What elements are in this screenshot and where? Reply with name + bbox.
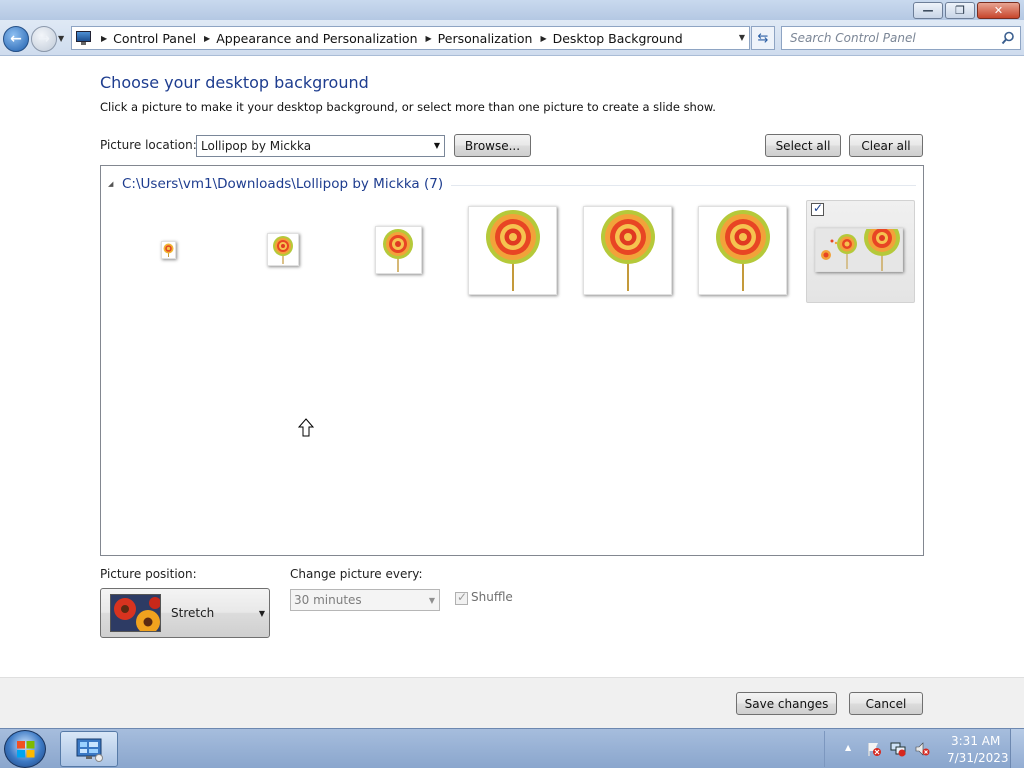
search-box[interactable]: Search Control Panel <box>781 26 1021 50</box>
taskbar-control-panel-button[interactable] <box>60 731 118 767</box>
lollipop-image <box>601 210 655 291</box>
restore-button[interactable]: ❐ <box>945 2 975 19</box>
breadcrumb-separator-icon[interactable]: ▶ <box>101 34 107 43</box>
navigation-bar: ← → ▼ ▶ Control Panel ▶ Appearance and P… <box>0 20 1024 56</box>
volume-muted-icon[interactable] <box>914 741 930 757</box>
picture-thumbnail[interactable] <box>267 233 299 266</box>
picture-select-checkbox[interactable]: ✓ <box>811 201 824 216</box>
selected-picture-highlight[interactable]: ✓ <box>806 200 915 303</box>
lollipop-image <box>383 229 413 272</box>
chevron-down-icon: ▼ <box>433 141 440 150</box>
folder-group-header[interactable]: C:\Users\vm1\Downloads\Lollipop by Mickk… <box>122 176 443 192</box>
action-center-flag-icon[interactable] <box>866 741 882 757</box>
picture-location-select[interactable]: Lollipop by Mickka ▼ <box>196 135 445 157</box>
select-all-button[interactable]: Select all <box>765 134 841 157</box>
breadcrumb-appearance[interactable]: Appearance and Personalization <box>216 31 417 46</box>
taskbar: ▲ 3:31 AM 7/31/2023 <box>0 728 1024 768</box>
picture-position-value: Stretch <box>171 606 215 620</box>
forward-button[interactable]: → <box>31 26 57 52</box>
checkmark-icon: ✓ <box>813 201 824 215</box>
refresh-icon: ⇆ <box>757 30 769 46</box>
breadcrumb-personalization[interactable]: Personalization <box>438 31 533 46</box>
restore-icon: ❐ <box>955 4 965 17</box>
clock-time[interactable]: 3:31 AM <box>951 734 1000 748</box>
clear-all-button[interactable]: Clear all <box>849 134 923 157</box>
picture-gallery[interactable]: ◢ C:\Users\vm1\Downloads\Lollipop by Mic… <box>100 165 924 556</box>
picture-location-value: Lollipop by Mickka <box>201 139 312 153</box>
breadcrumb-control-panel[interactable]: Control Panel <box>113 31 196 46</box>
change-interval-value: 30 minutes <box>294 593 362 607</box>
forward-arrow-icon: → <box>38 31 50 47</box>
breadcrumb-desktop-background[interactable]: Desktop Background <box>553 31 683 46</box>
picture-position-select[interactable]: Stretch ▼ <box>100 588 270 638</box>
group-divider <box>451 185 916 186</box>
position-preview-image <box>110 594 161 632</box>
close-icon: ✕ <box>993 4 1004 17</box>
window-controls: — ❐ ✕ <box>911 2 1020 19</box>
chevron-down-icon: ▼ <box>428 596 435 605</box>
breadcrumb-separator-icon[interactable]: ▶ <box>540 34 546 43</box>
minimize-button[interactable]: — <box>913 2 943 19</box>
close-button[interactable]: ✕ <box>977 2 1020 19</box>
control-panel-icon <box>75 30 93 46</box>
lollipop-group-image <box>816 220 902 271</box>
show-hidden-icons-icon[interactable]: ▲ <box>845 743 851 752</box>
collapse-group-icon[interactable]: ◢ <box>108 180 113 188</box>
refresh-button[interactable]: ⇆ <box>751 26 775 50</box>
back-button[interactable]: ← <box>3 26 29 52</box>
picture-thumbnail[interactable] <box>375 226 422 274</box>
search-icon[interactable] <box>1001 31 1015 45</box>
lollipop-image <box>486 210 540 291</box>
picture-thumbnail[interactable] <box>161 241 176 259</box>
lollipop-image <box>716 210 770 291</box>
picture-thumbnail[interactable] <box>815 220 903 272</box>
cancel-button[interactable]: Cancel <box>849 692 923 715</box>
dialog-footer: Save changes Cancel <box>0 677 1024 728</box>
clock-date[interactable]: 7/31/2023 <box>947 751 1009 765</box>
address-dropdown-icon[interactable]: ▼ <box>739 33 745 42</box>
change-interval-label: Change picture every: <box>290 567 423 581</box>
start-button[interactable] <box>4 730 46 768</box>
picture-location-label: Picture location: <box>100 138 197 152</box>
show-desktop-button[interactable] <box>1010 729 1024 768</box>
windows-logo-icon <box>17 741 35 758</box>
breadcrumb-separator-icon[interactable]: ▶ <box>204 34 210 43</box>
network-icon[interactable] <box>890 741 906 757</box>
taskbar-resize-grip[interactable] <box>824 731 836 767</box>
breadcrumb-separator-icon[interactable]: ▶ <box>426 34 432 43</box>
checkmark-icon: ✓ <box>457 590 468 604</box>
shuffle-checkbox[interactable]: ✓ <box>455 590 468 605</box>
search-input[interactable]: Search Control Panel <box>790 31 916 45</box>
window-title-bar: — ❐ ✕ <box>0 0 1024 20</box>
chevron-down-icon: ▼ <box>258 609 265 618</box>
picture-thumbnail[interactable] <box>583 206 672 295</box>
page-description: Click a picture to make it your desktop … <box>100 100 716 114</box>
back-arrow-icon: ← <box>10 31 22 47</box>
browse-button[interactable]: Browse... <box>454 134 531 157</box>
change-interval-select[interactable]: 30 minutes ▼ <box>290 589 440 611</box>
address-bar[interactable]: ▶ Control Panel ▶ Appearance and Persona… <box>71 26 750 50</box>
recent-pages-dropdown[interactable]: ▼ <box>58 34 64 43</box>
minimize-icon: — <box>922 4 934 17</box>
save-changes-button[interactable]: Save changes <box>736 692 837 715</box>
lollipop-image <box>273 236 293 264</box>
picture-thumbnail[interactable] <box>468 206 557 295</box>
control-panel-icon <box>76 738 103 762</box>
mouse-cursor-icon <box>297 418 315 437</box>
picture-position-label: Picture position: <box>100 567 197 581</box>
page-title: Choose your desktop background <box>100 73 369 92</box>
lollipop-image <box>163 243 174 257</box>
picture-thumbnail[interactable] <box>698 206 787 295</box>
shuffle-label: Shuffle <box>471 590 513 604</box>
